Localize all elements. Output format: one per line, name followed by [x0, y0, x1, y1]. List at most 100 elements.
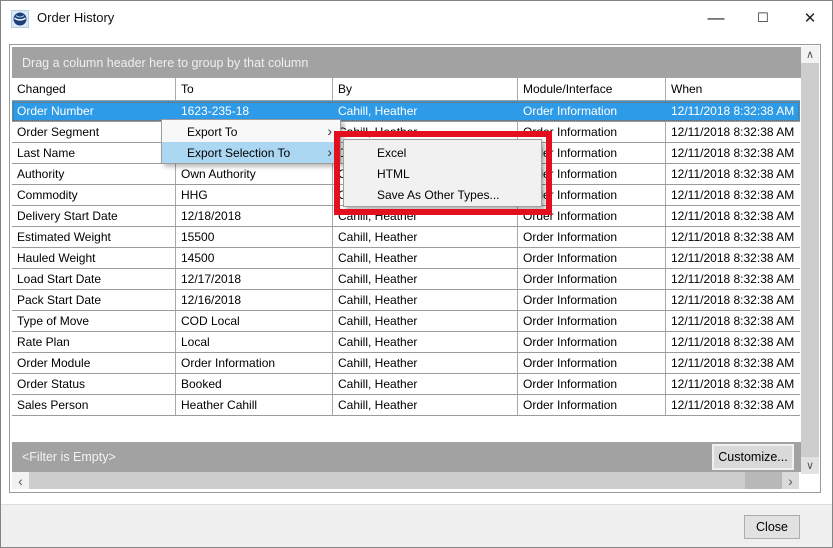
cell-when: 12/11/2018 8:32:38 AM [666, 248, 800, 268]
order-history-dialog: Order History — ☐ ✕ Drag a column header… [0, 0, 833, 548]
scroll-down-icon[interactable]: ∨ [801, 457, 819, 474]
scroll-right-icon[interactable]: › [782, 472, 799, 489]
table-row[interactable]: Type of MoveCOD LocalCahill, HeatherOrde… [12, 311, 800, 332]
table-row[interactable]: Rate PlanLocalCahill, HeatherOrder Infor… [12, 332, 800, 353]
column-header-module-interface[interactable]: Module/Interface [518, 78, 666, 100]
horizontal-scrollbar-thumb[interactable] [29, 472, 745, 489]
column-header-by[interactable]: By [333, 78, 518, 100]
cell-when: 12/11/2018 8:32:38 AM [666, 311, 800, 331]
table-row[interactable]: Order Number1623-235-18Cahill, HeatherOr… [12, 101, 800, 122]
cell-changed: Order Segment [12, 122, 176, 142]
filter-status: <Filter is Empty> [22, 450, 116, 464]
table-row[interactable]: Load Start Date12/17/2018Cahill, Heather… [12, 269, 800, 290]
cell-when: 12/11/2018 8:32:38 AM [666, 353, 800, 373]
cell-when: 12/11/2018 8:32:38 AM [666, 122, 800, 142]
vertical-scrollbar[interactable]: ∧ ∨ [801, 46, 819, 474]
cell-by: Cahill, Heather [333, 311, 518, 331]
cell-module: Order Information [518, 290, 666, 310]
cell-when: 12/11/2018 8:32:38 AM [666, 269, 800, 289]
submenu-item-save-as-other-types-[interactable]: Save As Other Types... [344, 184, 541, 205]
column-header-changed[interactable]: Changed [12, 78, 176, 100]
cell-changed: Sales Person [12, 395, 176, 415]
cell-changed: Order Module [12, 353, 176, 373]
cell-by: Cahill, Heather [333, 269, 518, 289]
submenu-arrow-icon: › [327, 123, 332, 139]
cell-changed: Authority [12, 164, 176, 184]
horizontal-scrollbar[interactable]: ‹ › [12, 472, 799, 489]
cell-changed: Hauled Weight [12, 248, 176, 268]
menu-item-export-to[interactable]: Export To› [162, 121, 340, 142]
cell-when: 12/11/2018 8:32:38 AM [666, 395, 800, 415]
cell-when: 12/11/2018 8:32:38 AM [666, 206, 800, 226]
cell-by: Cahill, Heather [333, 353, 518, 373]
cell-changed: Pack Start Date [12, 290, 176, 310]
cell-by: Cahill, Heather [333, 374, 518, 394]
cell-to: Own Authority [176, 164, 333, 184]
cell-module: Order Information [518, 101, 666, 121]
cell-to: COD Local [176, 311, 333, 331]
cell-when: 12/11/2018 8:32:38 AM [666, 143, 800, 163]
cell-by: Cahill, Heather [333, 290, 518, 310]
cell-module: Order Information [518, 269, 666, 289]
column-header-to[interactable]: To [176, 78, 333, 100]
close-button[interactable]: Close [744, 515, 800, 539]
cell-to: Booked [176, 374, 333, 394]
cell-to: Local [176, 332, 333, 352]
group-by-band[interactable]: Drag a column header here to group by th… [12, 47, 801, 78]
table-row[interactable]: Sales PersonHeather CahillCahill, Heathe… [12, 395, 800, 416]
submenu-arrow-icon: › [327, 144, 332, 160]
cell-module: Order Information [518, 206, 666, 226]
cell-by: Cahill, Heather [333, 206, 518, 226]
grid-header: ChangedToByModule/InterfaceWhen [12, 78, 800, 101]
submenu-item-excel[interactable]: Excel [344, 142, 541, 163]
cell-by: Cahill, Heather [333, 332, 518, 352]
cell-to: 15500 [176, 227, 333, 247]
table-row[interactable]: Delivery Start Date12/18/2018Cahill, Hea… [12, 206, 800, 227]
cell-changed: Order Status [12, 374, 176, 394]
cell-changed: Order Number [12, 101, 176, 121]
globe-icon [13, 12, 27, 26]
table-row[interactable]: Hauled Weight14500Cahill, HeatherOrder I… [12, 248, 800, 269]
group-by-hint: Drag a column header here to group by th… [22, 56, 308, 70]
table-row[interactable]: Order StatusBookedCahill, HeatherOrder I… [12, 374, 800, 395]
cell-module: Order Information [518, 227, 666, 247]
cell-when: 12/11/2018 8:32:38 AM [666, 185, 800, 205]
cell-when: 12/11/2018 8:32:38 AM [666, 290, 800, 310]
cell-when: 12/11/2018 8:32:38 AM [666, 101, 800, 121]
cell-module: Order Information [518, 248, 666, 268]
menu-item-export-selection-to[interactable]: Export Selection To › [162, 142, 340, 163]
table-row[interactable]: Estimated Weight15500Cahill, HeatherOrde… [12, 227, 800, 248]
table-row[interactable]: Pack Start Date12/16/2018Cahill, Heather… [12, 290, 800, 311]
cell-changed: Commodity [12, 185, 176, 205]
filter-band: <Filter is Empty> Customize... [12, 442, 801, 472]
scroll-up-icon[interactable]: ∧ [801, 46, 819, 63]
cell-module: Order Information [518, 311, 666, 331]
cell-changed: Estimated Weight [12, 227, 176, 247]
column-header-when[interactable]: When [666, 78, 800, 100]
cell-module: Order Information [518, 395, 666, 415]
order-history-grid-panel: Drag a column header here to group by th… [9, 44, 821, 493]
close-window-button[interactable]: ✕ [790, 1, 830, 35]
window-title: Order History [37, 10, 114, 25]
menu-item-label: Export Selection To [187, 146, 290, 160]
table-row[interactable]: Order ModuleOrder InformationCahill, Hea… [12, 353, 800, 374]
maximize-button[interactable]: ☐ [743, 1, 783, 35]
minimize-button[interactable]: — [696, 1, 736, 35]
scroll-left-icon[interactable]: ‹ [12, 472, 29, 489]
cell-to: 12/16/2018 [176, 290, 333, 310]
export-selection-submenu: ExcelHTMLSave As Other Types... [343, 139, 542, 207]
cell-when: 12/11/2018 8:32:38 AM [666, 374, 800, 394]
cell-to: 14500 [176, 248, 333, 268]
cell-when: 12/11/2018 8:32:38 AM [666, 227, 800, 247]
cell-to: 12/18/2018 [176, 206, 333, 226]
context-menu: Export To› Export Selection To › [161, 119, 341, 164]
app-icon [11, 10, 29, 28]
cell-module: Order Information [518, 332, 666, 352]
submenu-item-html[interactable]: HTML [344, 163, 541, 184]
cell-by: Cahill, Heather [333, 101, 518, 121]
cell-changed: Delivery Start Date [12, 206, 176, 226]
customize-button[interactable]: Customize... [712, 444, 794, 470]
cell-when: 12/11/2018 8:32:38 AM [666, 164, 800, 184]
cell-by: Cahill, Heather [333, 227, 518, 247]
cell-to: HHG [176, 185, 333, 205]
